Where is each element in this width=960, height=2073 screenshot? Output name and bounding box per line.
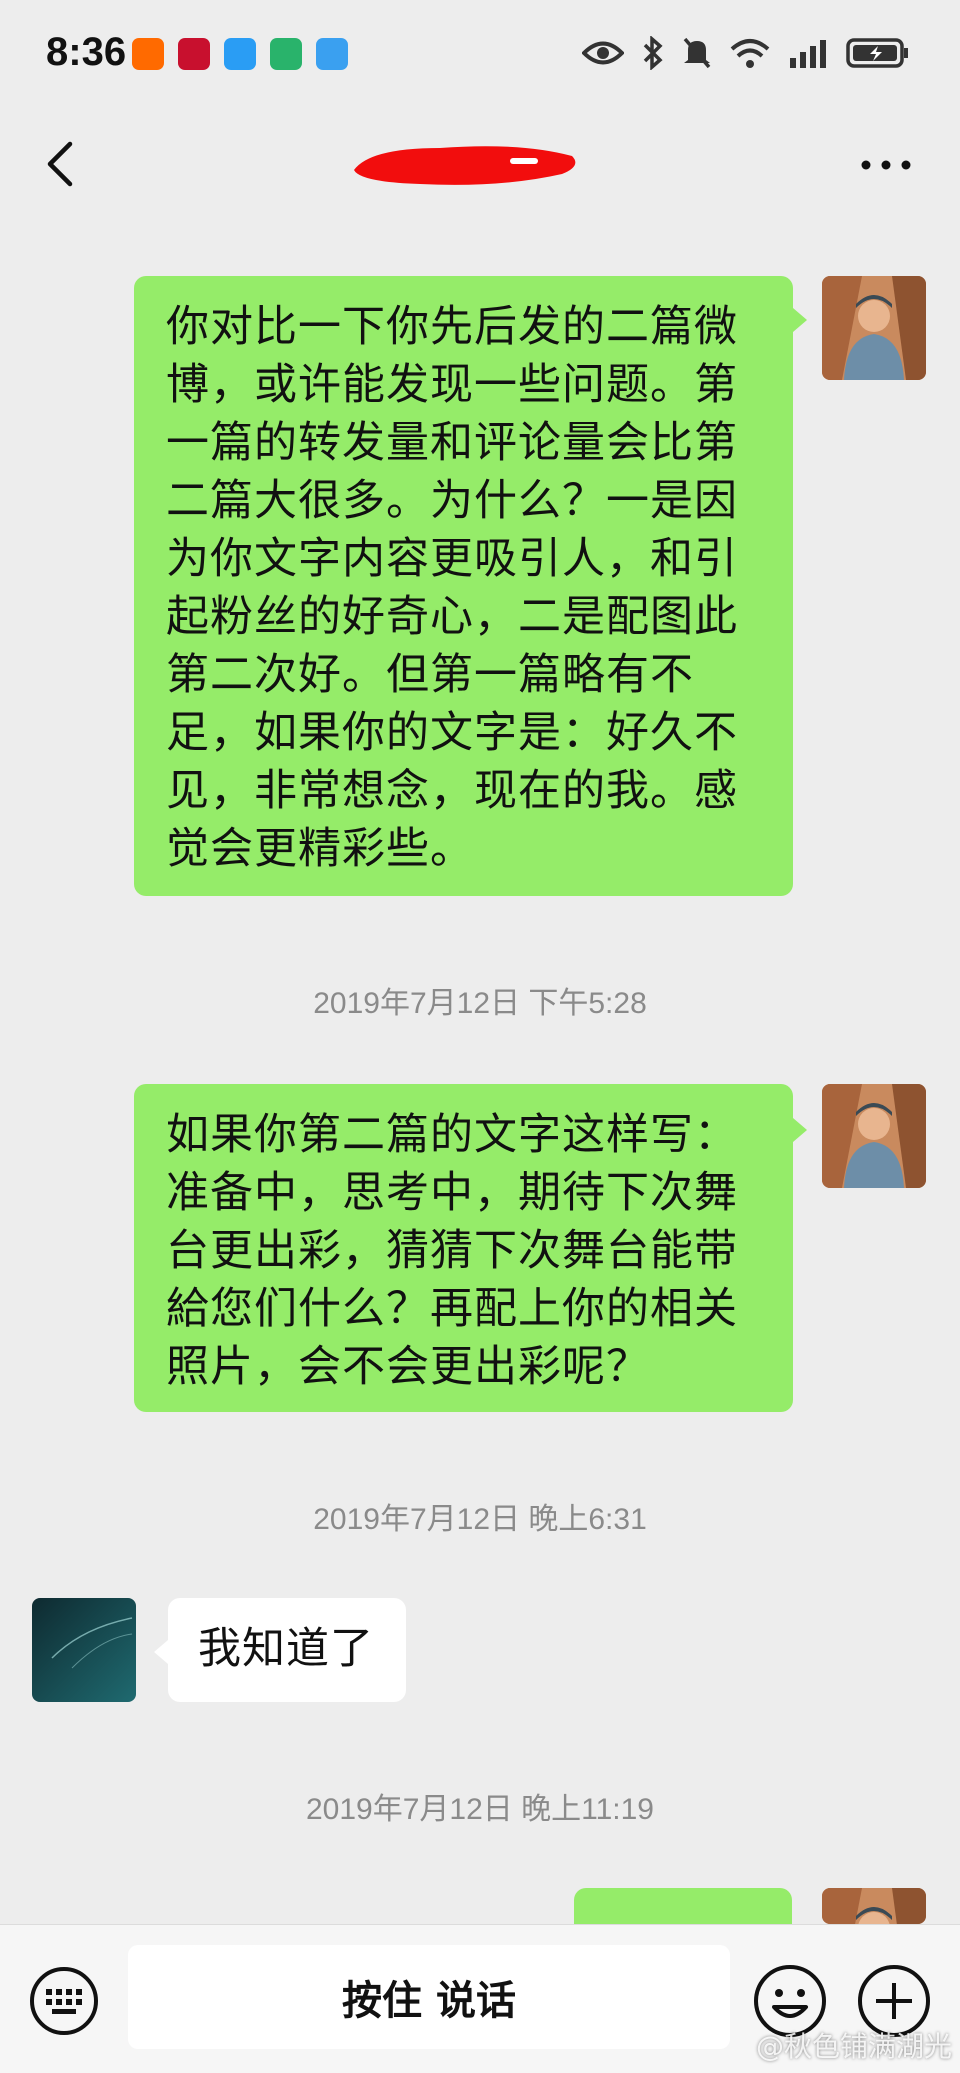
person-avatar-icon	[822, 276, 926, 380]
my-avatar[interactable]	[822, 1084, 926, 1188]
my-avatar[interactable]	[822, 1888, 926, 1924]
keyboard-toggle-button[interactable]	[28, 1965, 100, 2037]
mute-icon	[683, 37, 711, 69]
input-bar: 按住 说话 @秋色铺满湖光	[0, 1924, 960, 2073]
hold-to-talk-button[interactable]: 按住 说话	[128, 1945, 730, 2049]
notification-icons	[132, 38, 348, 70]
person-avatar-icon	[822, 1084, 926, 1188]
system-icons	[582, 36, 910, 70]
bubble-tail	[793, 308, 807, 332]
contact-avatar-image	[32, 1598, 136, 1702]
chat-header	[0, 110, 960, 220]
bubble-tail	[154, 1640, 168, 1664]
watermark: @秋色铺满湖光	[755, 2030, 952, 2063]
message-text: 如果你第二篇的文字这样写：准备中，思考中，期待下次舞台更出彩，猜猜下次舞台能带給…	[166, 1110, 738, 1392]
bluetooth-icon	[643, 36, 663, 70]
timestamp: 2019年7月12日 晚上6:31	[313, 1503, 647, 1536]
outgoing-message[interactable]: 如果你第二篇的文字这样写：准备中，思考中，期待下次舞台更出彩，猜猜下次舞台能带給…	[134, 1084, 793, 1412]
chat-title-area	[350, 128, 590, 198]
incoming-message[interactable]: 我知道了	[168, 1598, 406, 1702]
battery-icon	[846, 38, 908, 68]
more-dots-icon	[861, 160, 911, 170]
cloud-icon	[316, 38, 348, 70]
redaction-mark	[354, 146, 576, 185]
outgoing-message[interactable]: 你对比一下你先后发的二篇微博，或许能发现一些问题。第一篇的转发量和评论量会比第二…	[134, 276, 793, 896]
chevron-left-icon	[47, 141, 73, 187]
back-button[interactable]	[36, 134, 88, 194]
bubble-tail	[793, 1118, 807, 1142]
person-avatar-icon	[822, 1888, 926, 1924]
eye-icon	[582, 41, 624, 65]
timestamp: 2019年7月12日 下午5:28	[313, 987, 647, 1020]
status-bar: 8:36	[0, 0, 960, 110]
timestamp: 2019年7月12日 晚上11:19	[306, 1793, 654, 1826]
message-text: 你对比一下你先后发的二篇微博，或许能发现一些问题。第一篇的转发量和评论量会比第二…	[166, 302, 738, 874]
wifi-icon	[730, 39, 770, 68]
taobao-icon	[132, 38, 164, 70]
more-options-button[interactable]	[856, 140, 916, 190]
status-time: 8:36	[46, 30, 127, 74]
message-icon	[224, 38, 256, 70]
wallet-icon	[270, 38, 302, 70]
keyboard-icon	[30, 1967, 98, 2035]
my-avatar[interactable]	[822, 276, 926, 380]
message-text: 我知道了	[198, 1624, 374, 1674]
contact-avatar[interactable]	[32, 1598, 136, 1702]
bank-icon	[178, 38, 210, 70]
signal-icon	[790, 40, 826, 68]
outgoing-message-partial[interactable]	[574, 1888, 792, 1928]
